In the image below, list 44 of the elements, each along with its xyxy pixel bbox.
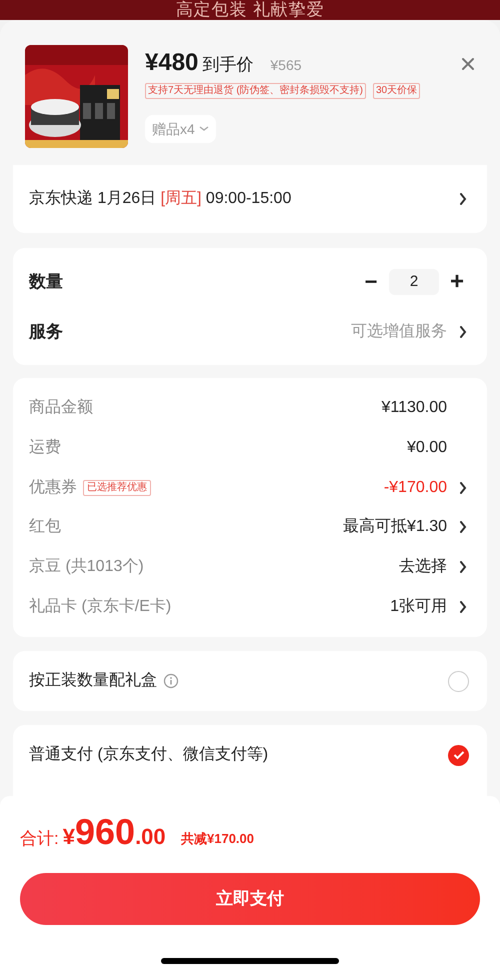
service-row[interactable]: 服务 可选增值服务 xyxy=(29,318,467,344)
row-value: -¥170.00 xyxy=(384,478,447,498)
caret-icon xyxy=(198,126,209,132)
service-label: 服务 xyxy=(29,320,63,343)
gift-box-radio[interactable] xyxy=(448,670,469,692)
decrease-button[interactable]: − xyxy=(361,270,381,293)
row-value: 1张可用 xyxy=(390,596,447,618)
row-label: 商品金额 xyxy=(29,398,93,418)
row-value: ¥1130.00 xyxy=(381,398,447,418)
increase-button[interactable]: + xyxy=(447,270,467,294)
delivery-card[interactable]: 京东快递 1月26日 [周五] 09:00-15:00 xyxy=(13,165,487,233)
price-row[interactable]: 礼品卡 (京东卡/E卡) 1张可用 xyxy=(29,587,467,627)
price-row[interactable]: 京豆 (共1013个) 去选择 xyxy=(29,547,467,588)
quantity-field[interactable]: 2 xyxy=(389,268,439,295)
service-tag: 30天价保 xyxy=(373,83,420,99)
service-tag: 支持7天无理由退货 (防伪签、密封条损毁不支持) xyxy=(145,83,366,99)
chevron-icon xyxy=(459,326,467,338)
row-label: 优惠券 xyxy=(29,478,77,498)
price-row[interactable]: 红包 最高可抵¥1.30 xyxy=(29,507,467,548)
row-value: ¥0.00 xyxy=(406,438,447,458)
chevron-icon xyxy=(459,193,467,205)
pay-button[interactable]: 立即支付 xyxy=(20,873,480,925)
product-price: ¥480 xyxy=(145,48,198,78)
close-button[interactable] xyxy=(460,56,476,72)
row-label: 礼品卡 (京东卡/E卡) xyxy=(29,596,172,618)
row-value: 最高可抵¥1.30 xyxy=(342,516,447,538)
coupon-tag: 已选推荐优惠 xyxy=(83,480,151,496)
gift-box-label: 按正装数量配礼盒 xyxy=(29,670,157,691)
discount-total: 共减¥170.00 xyxy=(181,830,254,848)
payment-label: 普通支付 (京东支付、微信支付等) xyxy=(29,744,268,765)
delivery-info: 京东快递 1月26日 [周五] 09:00-15:00 xyxy=(29,188,292,209)
info-icon xyxy=(163,673,179,689)
banner-title: 高定包装 礼献挚爱 xyxy=(176,0,324,20)
row-label: 京豆 (共1013个) xyxy=(29,556,144,578)
quantity-label: 数量 xyxy=(29,271,63,293)
service-value: 可选增值服务 xyxy=(351,322,447,342)
row-label: 红包 xyxy=(29,517,61,538)
total-amount: 合计: ¥960.00 xyxy=(20,812,166,853)
original-price: ¥565 xyxy=(270,56,302,75)
check-icon xyxy=(452,750,464,760)
row-label: 运费 xyxy=(29,438,61,458)
price-label: 到手价 xyxy=(202,54,254,76)
price-row[interactable]: 优惠券 已选推荐优惠 -¥170.00 xyxy=(29,468,467,508)
row-value: 去选择 xyxy=(399,556,447,578)
